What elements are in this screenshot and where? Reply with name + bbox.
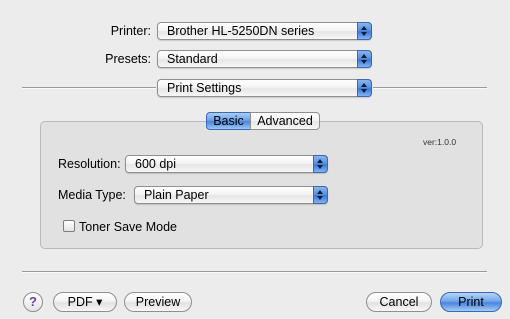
media-type-label: Media Type: <box>58 188 126 202</box>
resolution-popup[interactable]: 600 dpi <box>125 155 328 173</box>
panel-popup[interactable]: Print Settings <box>157 79 372 97</box>
resolution-value: 600 dpi <box>135 157 177 171</box>
footer-separator <box>22 271 487 273</box>
preview-button[interactable]: Preview <box>124 292 192 312</box>
print-button[interactable]: Print <box>440 292 502 312</box>
presets-popup[interactable]: Standard <box>157 50 372 68</box>
separator-right <box>373 87 487 89</box>
popup-arrows-icon <box>313 186 328 204</box>
separator-left <box>22 87 156 89</box>
toner-save-checkbox[interactable] <box>63 220 75 232</box>
pdf-menu-button[interactable]: PDF ▾ <box>53 292 117 312</box>
printer-label: Printer: <box>110 24 151 38</box>
media-type-popup[interactable]: Plain Paper <box>134 186 328 204</box>
printer-value: Brother HL-5250DN series <box>167 24 315 38</box>
cancel-button[interactable]: Cancel <box>366 292 432 312</box>
tab-basic[interactable]: Basic <box>206 112 251 130</box>
help-button[interactable]: ? <box>23 292 43 312</box>
popup-arrows-icon <box>357 79 372 97</box>
media-type-value: Plain Paper <box>144 188 209 202</box>
panel-value: Print Settings <box>167 81 242 95</box>
presets-value: Standard <box>167 52 218 66</box>
resolution-label: Resolution: <box>58 157 121 171</box>
version-label: ver:1.0.0 <box>423 137 457 147</box>
presets-label: Presets: <box>105 52 151 66</box>
popup-arrows-icon <box>357 50 372 68</box>
popup-arrows-icon <box>313 155 328 173</box>
print-dialog: { "printer": { "label": "Printer:", "val… <box>0 0 510 319</box>
printer-popup[interactable]: Brother HL-5250DN series <box>157 22 372 40</box>
tab-advanced[interactable]: Advanced <box>250 112 320 130</box>
toner-save-label: Toner Save Mode <box>79 220 177 234</box>
popup-arrows-icon <box>357 22 372 40</box>
